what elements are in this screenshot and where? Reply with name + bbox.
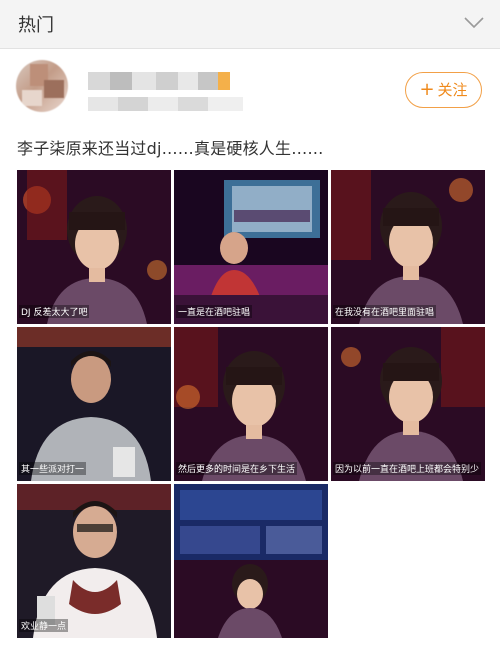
post-image-4[interactable]: 其一些派对打一 (17, 327, 171, 481)
post-image-1[interactable]: DJ 反差太大了吧 (17, 170, 171, 324)
image-caption: 欢业静一点 (19, 619, 69, 632)
image-caption: 在我没有在酒吧里面驻唱 (333, 305, 437, 318)
image-caption: DJ 反差太大了吧 (19, 305, 90, 318)
woman-portrait-image (174, 327, 328, 481)
plus-icon: + (419, 79, 435, 100)
image-caption: 然后更多的时间是在乡下生活 (176, 462, 298, 475)
post-text: 李子柒原来还当过dj……真是硬核人生…… (17, 139, 324, 158)
follow-button[interactable]: + 关注 (405, 72, 482, 108)
page-title: 热门 (18, 15, 54, 36)
man-judge-image (17, 327, 171, 481)
woman-portrait-image (331, 327, 485, 481)
username-redacted[interactable] (88, 72, 238, 90)
image-caption: 一直是在酒吧驻唱 (176, 305, 253, 318)
collage-image (174, 484, 328, 638)
woman-portrait-image (17, 170, 171, 324)
chevron-down-icon[interactable] (462, 10, 486, 34)
dj-stage-image (174, 170, 328, 324)
post-meta-redacted (88, 97, 243, 111)
post-image-8[interactable] (174, 484, 328, 638)
image-caption: 因为以前一直在酒吧上班都会特别少 (333, 462, 482, 475)
post-image-5[interactable]: 然后更多的时间是在乡下生活 (174, 327, 328, 481)
post-image-6[interactable]: 因为以前一直在酒吧上班都会特别少 (331, 327, 485, 481)
post-image-2[interactable]: 一直是在酒吧驻唱 (174, 170, 328, 324)
man-glasses-image (17, 484, 171, 638)
image-caption: 其一些派对打一 (19, 462, 87, 475)
top-bar: 热门 (0, 0, 500, 49)
post-image-3[interactable]: 在我没有在酒吧里面驻唱 (331, 170, 485, 324)
post-image-7[interactable]: 欢业静一点 (17, 484, 171, 638)
avatar[interactable] (16, 60, 68, 112)
woman-portrait-image (331, 170, 485, 324)
